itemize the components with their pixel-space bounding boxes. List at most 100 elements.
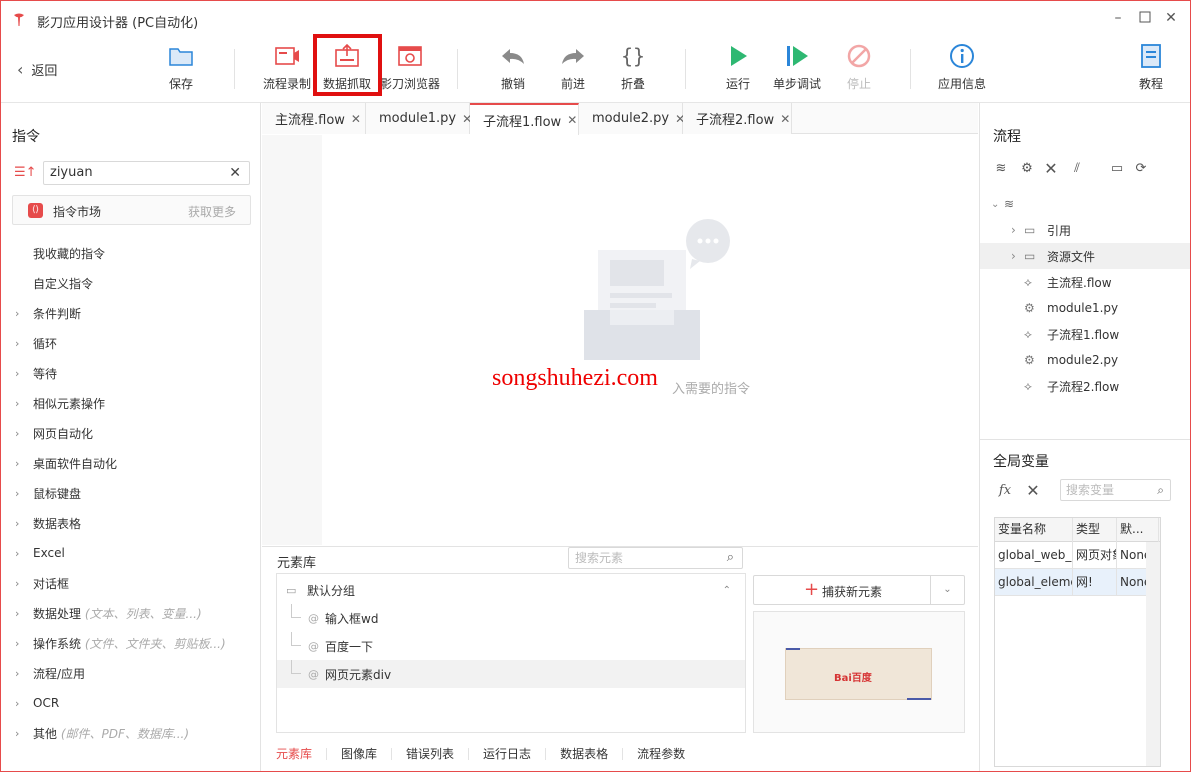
flow-canvas[interactable]: 入需要的指令 songshuhezi.com <box>262 135 978 545</box>
fold-button[interactable]: {} 折叠 <box>620 43 646 92</box>
instruction-category[interactable]: › 操作系统 (文件、文件夹、剪贴板...) <box>1 628 260 658</box>
instruction-category[interactable]: › 相似元素操作 <box>1 388 260 418</box>
column-header[interactable]: 默... <box>1117 518 1159 543</box>
flow-icon: ⟡ <box>1024 274 1032 289</box>
variable-default[interactable]: None <box>1117 542 1148 569</box>
flow-tree-item[interactable]: ⚙ module2.py <box>980 347 1190 373</box>
instruction-category-label: 对话框 <box>33 576 70 591</box>
close-tab-icon[interactable]: ✕ <box>567 113 577 127</box>
redo-button[interactable]: 前进 <box>560 43 586 92</box>
delete-icon[interactable]: ✕ <box>1042 159 1060 178</box>
variable-type[interactable]: 网! <box>1073 569 1117 596</box>
instruction-category[interactable]: › 对话框 <box>1 568 260 598</box>
new-folder-icon[interactable]: ▭ <box>1108 159 1126 177</box>
editor-tab[interactable]: module2.py ✕ <box>579 103 685 134</box>
flow-tree-root[interactable]: ⌄ ≋ <box>980 191 1190 217</box>
chevron-up-icon[interactable]: ⌃ <box>723 585 731 596</box>
instruction-category[interactable]: › 等待 <box>1 358 260 388</box>
scrollbar[interactable] <box>1146 542 1160 766</box>
element-item[interactable]: @ 百度一下 <box>277 632 745 660</box>
new-flow-icon[interactable]: ≋ <box>992 159 1010 177</box>
save-button[interactable]: 保存 <box>168 43 194 92</box>
new-python-icon[interactable]: ⚙ <box>1018 159 1036 177</box>
bottom-tab[interactable]: 运行日志 <box>469 748 547 760</box>
market-more-link[interactable]: 获取更多 <box>188 203 236 220</box>
app-info-button[interactable]: 应用信息 <box>938 43 986 92</box>
flow-tree-item[interactable]: ⟡ 主流程.flow <box>980 269 1190 295</box>
flow-tree-item[interactable]: › ▭ 引用 <box>980 217 1190 243</box>
close-icon[interactable]: ✕ <box>1164 11 1178 25</box>
record-button[interactable]: 流程录制 <box>263 43 311 92</box>
delete-variable-icon[interactable]: ✕ <box>1024 481 1042 500</box>
variable-name[interactable]: global_eleme <box>995 569 1073 596</box>
stop-button[interactable]: 停止 <box>846 43 872 92</box>
instruction-category[interactable]: › 网页自动化 <box>1 418 260 448</box>
import-icon[interactable]: ⟳ <box>1132 159 1150 177</box>
chevron-right-icon: › <box>15 456 20 470</box>
element-group-row[interactable]: ▭ 默认分组 ⌃ <box>277 576 745 604</box>
flow-tree-item[interactable]: ⟡ 子流程2.flow <box>980 373 1190 399</box>
variable-row[interactable]: global_web_p网页对象None <box>995 542 1148 569</box>
rename-icon[interactable]: ⫽ <box>1068 159 1086 177</box>
variable-default[interactable]: None <box>1117 569 1148 596</box>
element-item[interactable]: @ 输入框wd <box>277 604 745 632</box>
add-variable-icon[interactable]: fx <box>996 481 1014 499</box>
toolbar: ‹ 返回 保存 流程录制 数据抓取 影刀浏览器 撤销 前进 {} 折叠 运行 单… <box>1 39 1190 101</box>
market-label: 指令市场 <box>53 205 102 219</box>
instruction-category[interactable]: › OCR <box>1 688 260 718</box>
flow-tree-item[interactable]: ⟡ 子流程1.flow <box>980 321 1190 347</box>
maximize-icon[interactable] <box>1138 11 1152 25</box>
instruction-search-row: ☰↑ ziyuan ✕ <box>11 161 251 185</box>
bottom-tab[interactable]: 数据表格 <box>546 748 624 760</box>
variable-row[interactable]: global_eleme网!None <box>995 569 1148 596</box>
sort-icon[interactable]: ☰↑ <box>14 165 37 180</box>
instruction-category[interactable]: › 其他 (邮件、PDF、数据库...) <box>1 718 260 748</box>
element-search-input[interactable]: 搜索元素 ⌕ <box>568 547 743 569</box>
capture-element-button[interactable]: + 捕获新元素 ⌄ <box>753 575 965 605</box>
chevron-right-icon: › <box>15 516 20 530</box>
flow-tree-item[interactable]: › ▭ 资源文件 <box>980 243 1190 269</box>
minimize-icon[interactable]: – <box>1111 11 1125 25</box>
element-item[interactable]: @ 网页元素div <box>277 660 745 688</box>
instruction-category[interactable]: › Excel <box>1 538 260 568</box>
variable-search-input[interactable]: 搜索变量 ⌕ <box>1060 479 1171 501</box>
bottom-tab[interactable]: 图像库 <box>327 748 393 760</box>
instruction-category[interactable]: › 鼠标键盘 <box>1 478 260 508</box>
instruction-category[interactable]: › 条件判断 <box>1 298 260 328</box>
instruction-search-input[interactable]: ziyuan ✕ <box>43 161 250 185</box>
instruction-category[interactable]: › 循环 <box>1 328 260 358</box>
editor-tab[interactable]: 子流程2.flow ✕ <box>683 103 792 134</box>
instruction-category-label: 等待 <box>33 366 58 381</box>
bottom-tab[interactable]: 错误列表 <box>392 748 470 760</box>
editor-tab[interactable]: module1.py ✕ <box>366 103 472 134</box>
step-debug-button[interactable]: 单步调试 <box>773 43 821 92</box>
yingdao-browser-button[interactable]: 影刀浏览器 <box>380 43 440 92</box>
instruction-category[interactable]: › 数据表格 <box>1 508 260 538</box>
close-tab-icon[interactable]: ✕ <box>351 112 361 126</box>
bottom-tab[interactable]: 流程参数 <box>623 748 699 760</box>
back-button[interactable]: ‹ 返回 <box>17 60 57 79</box>
run-button[interactable]: 运行 <box>725 43 751 92</box>
instruction-category[interactable]: › 数据处理 (文本、列表、变量...) <box>1 598 260 628</box>
instruction-category[interactable]: 自定义指令 <box>1 268 260 298</box>
capture-dropdown-icon[interactable]: ⌄ <box>930 576 964 604</box>
column-header[interactable]: 类型 <box>1073 518 1117 543</box>
play-icon <box>725 43 751 69</box>
chevron-right-icon: › <box>1011 223 1016 237</box>
tutorial-button[interactable]: 教程 <box>1138 43 1164 92</box>
instruction-category[interactable]: 我收藏的指令 <box>1 238 260 268</box>
instruction-market-bar[interactable]: ⟨⟩ 指令市场 获取更多 <box>12 195 251 225</box>
flow-tree-item[interactable]: ⚙ module1.py <box>980 295 1190 321</box>
editor-tab[interactable]: 子流程1.flow ✕ <box>470 103 579 135</box>
clear-search-icon[interactable]: ✕ <box>229 162 241 184</box>
flow-tree-label: module2.py <box>1047 353 1119 367</box>
undo-button[interactable]: 撤销 <box>500 43 526 92</box>
variable-name[interactable]: global_web_p <box>995 542 1073 569</box>
close-tab-icon[interactable]: ✕ <box>780 112 790 126</box>
instruction-category[interactable]: › 流程/应用 <box>1 658 260 688</box>
bottom-tab[interactable]: 元素库 <box>262 748 328 760</box>
editor-tab[interactable]: 主流程.flow ✕ <box>262 103 366 134</box>
column-header[interactable]: 变量名称 <box>995 518 1073 543</box>
instruction-category[interactable]: › 桌面软件自动化 <box>1 448 260 478</box>
variable-type[interactable]: 网页对象 <box>1073 542 1117 569</box>
